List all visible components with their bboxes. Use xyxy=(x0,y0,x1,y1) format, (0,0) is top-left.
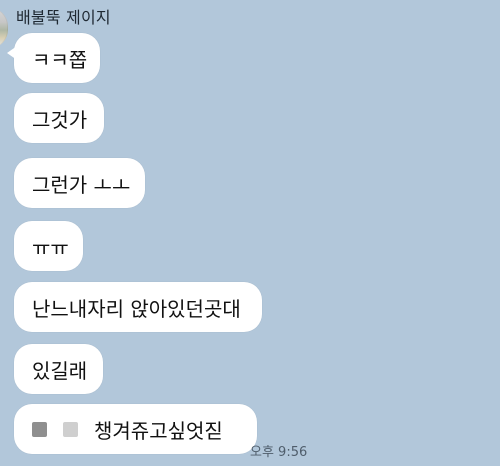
message-bubble[interactable]: ㅠㅠ xyxy=(14,221,83,271)
gray-square-emoji-icon xyxy=(32,421,47,437)
message-text: ㅠㅠ xyxy=(32,235,69,260)
message-text: 그것가 xyxy=(32,107,88,132)
light-gray-square-emoji-icon xyxy=(63,421,78,437)
message-timestamp: 오후 9:56 xyxy=(250,445,308,460)
message-bubble[interactable]: 있길래 xyxy=(14,344,103,394)
message-text: ㅋㅋ쫍 xyxy=(32,47,88,72)
message-bubble[interactable]: ㅋㅋ쫍 xyxy=(7,33,100,83)
message-text: 난느내자리 앉아있던곳대 xyxy=(32,296,241,321)
message-text: 그런가 ㅗㅗ xyxy=(32,172,131,197)
message-bubble[interactable]: 난느내자리 앉아있던곳대 xyxy=(14,282,262,332)
message-bubble[interactable]: 챙겨쥬고싶엇짇 xyxy=(14,404,257,454)
sender-name: 배불뚝 제이지 xyxy=(16,8,111,27)
message-bubble[interactable]: 그것가 xyxy=(14,93,104,143)
message-text: 챙겨쥬고싶엇짇 xyxy=(94,418,223,443)
message-bubble[interactable]: 그런가 ㅗㅗ xyxy=(14,158,145,208)
profile-avatar[interactable] xyxy=(0,8,8,48)
message-text: 있길래 xyxy=(32,358,88,383)
